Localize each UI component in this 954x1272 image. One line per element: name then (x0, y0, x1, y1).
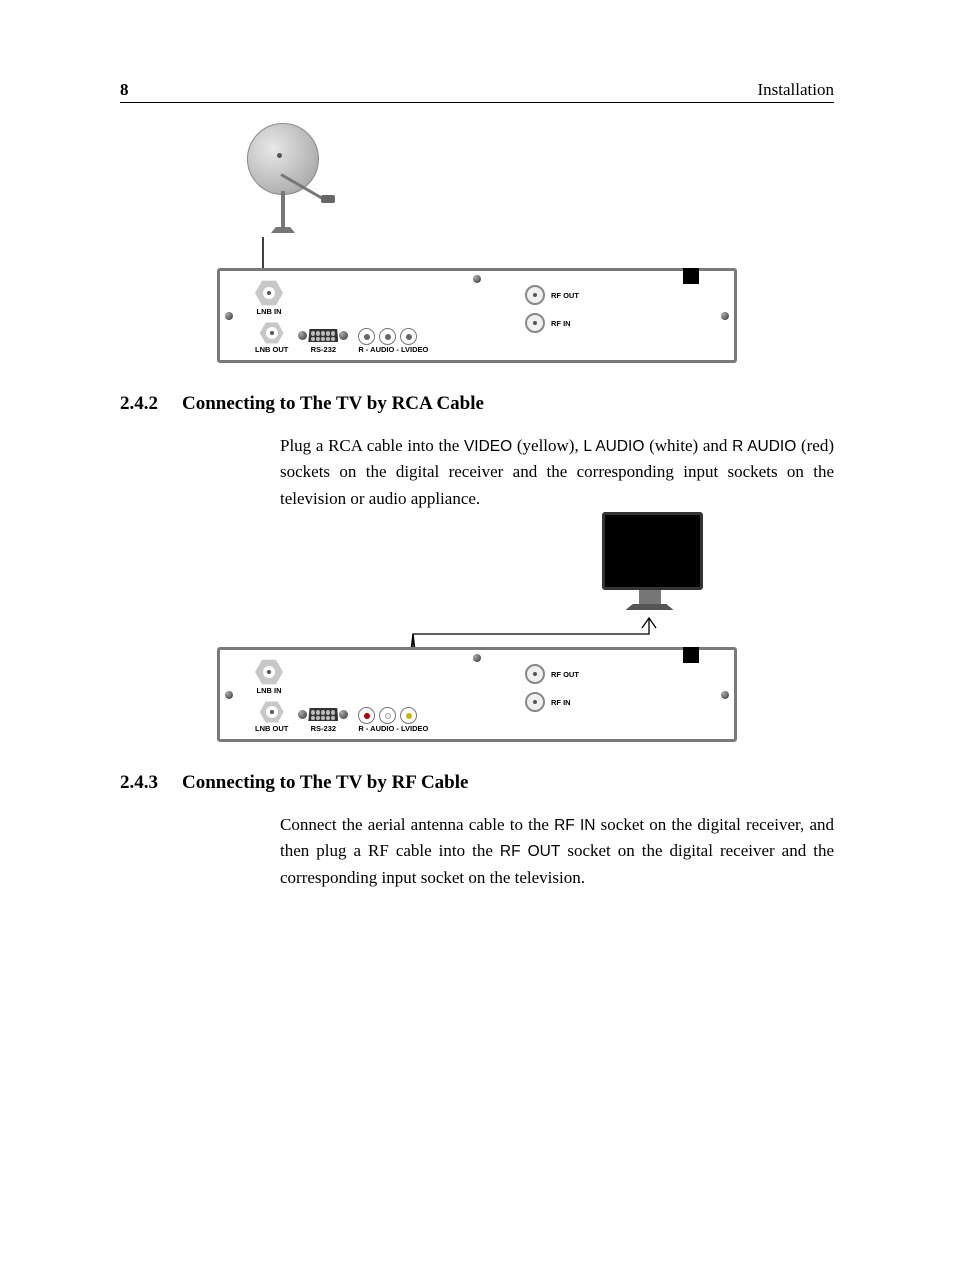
label-rs232: RS-232 (298, 724, 348, 733)
figure-dish-to-receiver: LNB IN LNB OUT RS-232 (120, 123, 834, 363)
label-rf-in: RF IN (551, 319, 571, 328)
power-block-icon (683, 647, 699, 663)
section-number: 2.4.3 (120, 772, 182, 794)
screw-icon (721, 312, 729, 320)
label-lnb-in: LNB IN (255, 307, 283, 316)
receiver-rear-panel: LNB IN LNB OUT RS-232 (217, 647, 737, 742)
label-audio-video: R - AUDIO - LVIDEO (358, 345, 428, 354)
section-number: 2.4.2 (120, 393, 182, 415)
rca-ports-icon (358, 328, 428, 345)
rf-in-port-icon (525, 692, 545, 712)
page-header: 8 Installation (120, 80, 834, 103)
label-lnb-out: LNB OUT (255, 724, 288, 733)
receiver-rear-panel: LNB IN LNB OUT RS-232 (217, 268, 737, 363)
section-body-243: Connect the aerial antenna cable to the … (280, 812, 834, 891)
lnb-in-port-icon (255, 658, 283, 686)
rca-ports-icon (358, 707, 428, 724)
label-rf-out: RF OUT (551, 670, 579, 679)
label-lnb-out: LNB OUT (255, 345, 288, 354)
screw-icon (225, 312, 233, 320)
rf-out-port-icon (525, 664, 545, 684)
screw-icon (473, 654, 481, 662)
figure-rca-to-tv: LNB IN LNB OUT RS-232 (120, 522, 834, 742)
label-rs232: RS-232 (298, 345, 348, 354)
rf-out-port-icon (525, 285, 545, 305)
section-heading-242: 2.4.2Connecting to The TV by RCA Cable (120, 393, 834, 415)
lnb-out-port-icon (260, 700, 284, 724)
page-number: 8 (120, 80, 129, 100)
lnb-in-port-icon (255, 279, 283, 307)
section-title: Connecting to The TV by RCA Cable (182, 393, 484, 414)
screw-icon (225, 691, 233, 699)
label-audio-video: R - AUDIO - LVIDEO (358, 724, 428, 733)
rs232-port-icon (298, 329, 348, 342)
screw-icon (473, 275, 481, 283)
power-block-icon (683, 268, 699, 284)
section-body-242: Plug a RCA cable into the VIDEO (yellow)… (280, 433, 834, 512)
screw-icon (721, 691, 729, 699)
rf-in-port-icon (525, 313, 545, 333)
lnb-out-port-icon (260, 321, 284, 345)
label-rf-out: RF OUT (551, 291, 579, 300)
label-lnb-in: LNB IN (255, 686, 283, 695)
label-rf-in: RF IN (551, 698, 571, 707)
section-title: Connecting to The TV by RF Cable (182, 772, 468, 793)
rs232-port-icon (298, 708, 348, 721)
chapter-title: Installation (758, 80, 834, 100)
section-heading-243: 2.4.3Connecting to The TV by RF Cable (120, 772, 834, 794)
